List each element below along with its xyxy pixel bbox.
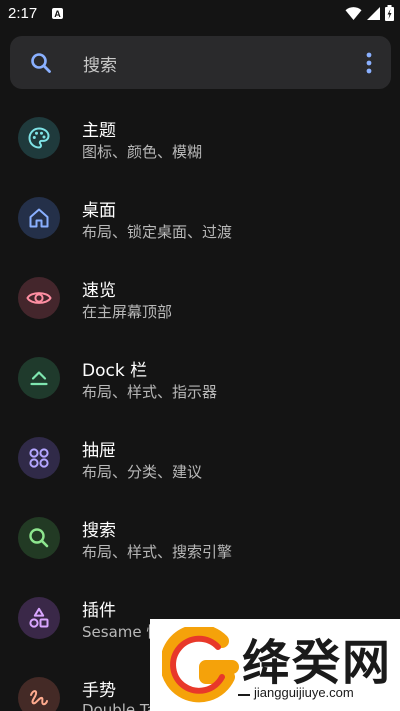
item-title: 抽屉 [82, 441, 116, 461]
widgets-icon [18, 597, 60, 639]
item-subtitle: Double Ta [82, 701, 156, 711]
dock-icon [18, 357, 60, 399]
item-title: 手势 [82, 681, 116, 701]
notification-a-icon: A [52, 8, 63, 19]
item-title: 插件 [82, 601, 116, 621]
watermark-divider [238, 694, 250, 696]
item-title: Dock 栏 [82, 361, 148, 381]
item-subtitle: 布局、分类、建议 [82, 463, 203, 481]
item-subtitle: 在主屏幕顶部 [82, 303, 173, 321]
settings-item-dock[interactable]: Dock 栏 布局、样式、指示器 [0, 339, 400, 419]
item-subtitle: 图标、颜色、模糊 [82, 143, 203, 161]
settings-item-drawer[interactable]: 抽屉 布局、分类、建议 [0, 419, 400, 499]
item-title: 桌面 [82, 201, 116, 221]
search-icon [31, 53, 51, 73]
status-time: 2:17 [8, 5, 38, 22]
settings-item-desktop[interactable]: 桌面 布局、锁定桌面、过渡 [0, 179, 400, 259]
item-subtitle: 布局、样式、指示器 [82, 383, 218, 401]
watermark-url: jiangguijiuye.com [254, 685, 354, 700]
item-title: 主题 [82, 121, 116, 141]
search-icon [18, 517, 60, 559]
item-title: 速览 [82, 281, 116, 301]
eye-icon [18, 277, 60, 319]
status-bar: 2:17 A [0, 0, 400, 30]
item-subtitle: 布局、锁定桌面、过渡 [82, 223, 233, 241]
watermark-title: 绛癸网 [242, 635, 393, 691]
status-icons [345, 5, 394, 21]
watermark-logo-icon [162, 627, 239, 703]
more-vert-icon[interactable] [363, 50, 375, 76]
search-bar[interactable]: 搜索 [10, 36, 391, 89]
battery-icon [385, 5, 394, 21]
settings-item-search[interactable]: 搜索 布局、样式、搜索引擎 [0, 499, 400, 579]
apps-grid-icon [18, 437, 60, 479]
search-placeholder: 搜索 [83, 56, 117, 76]
item-subtitle: 布局、样式、搜索引擎 [82, 543, 233, 561]
cellular-icon [367, 6, 380, 20]
item-title: 搜索 [82, 521, 116, 541]
palette-icon [18, 117, 60, 159]
wifi-icon [345, 6, 362, 20]
settings-item-theme[interactable]: 主题 图标、颜色、模糊 [0, 99, 400, 179]
settings-item-glance[interactable]: 速览 在主屏幕顶部 [0, 259, 400, 339]
watermark-overlay: 绛癸网 jiangguijiuye.com [150, 619, 400, 711]
launcher-settings-screen: 2:17 A 搜索 主题 图标、颜色、模糊 桌面 布局、锁定桌面、过渡 速览 在… [0, 0, 400, 711]
gesture-icon [18, 677, 60, 711]
home-icon [18, 197, 60, 239]
